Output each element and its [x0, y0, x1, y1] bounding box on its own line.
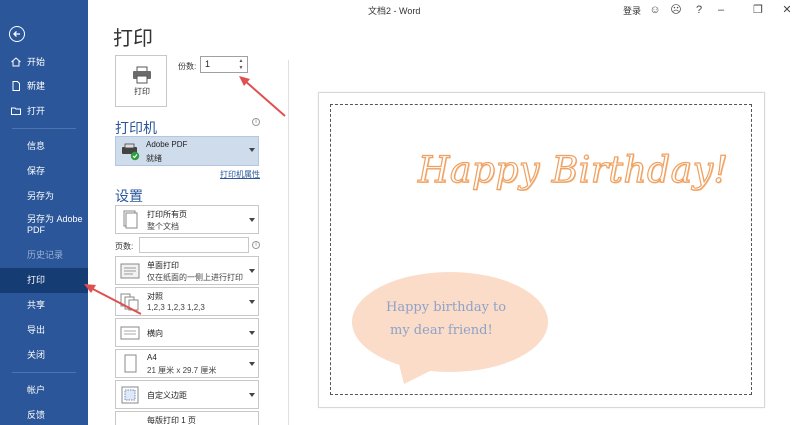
annotation-arrows [84, 76, 286, 315]
arrow-to-print-nav [84, 284, 142, 315]
arrow-to-copies [239, 76, 286, 117]
